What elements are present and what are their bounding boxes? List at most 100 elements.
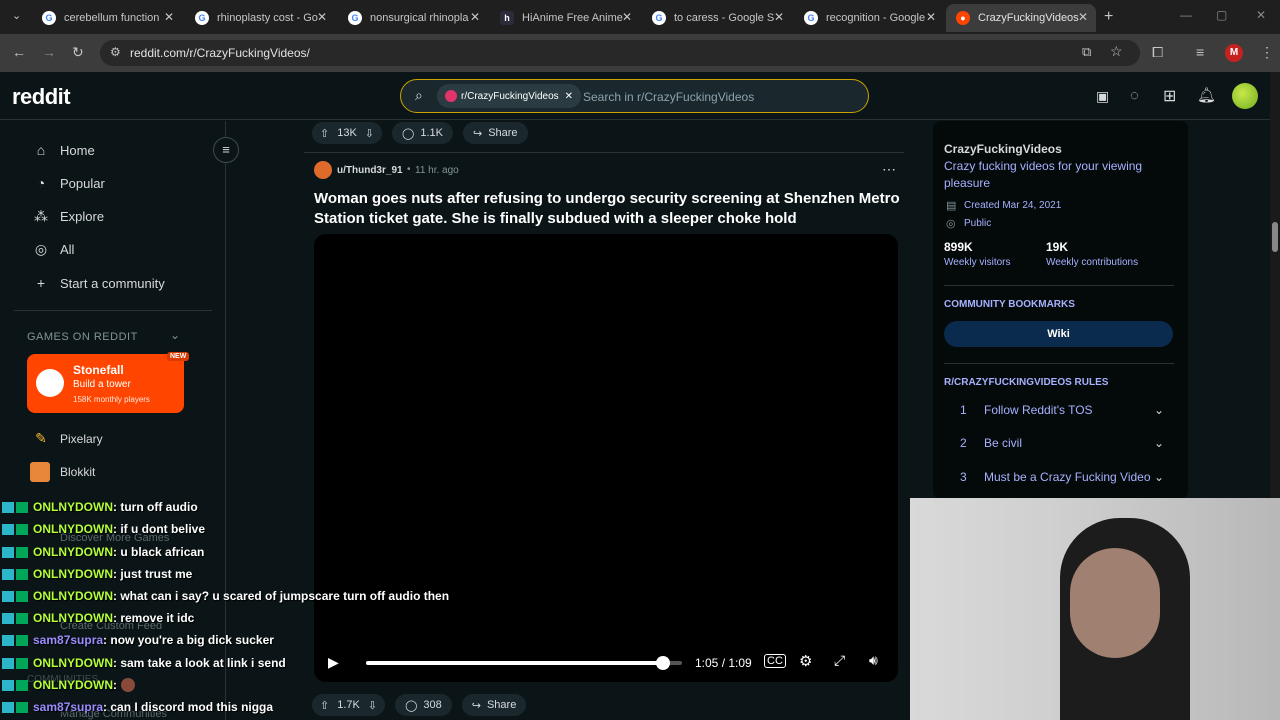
sidebar-item-explore[interactable]: ⁂ Explore — [32, 208, 104, 225]
browser-tab-active[interactable]: ● CrazyFuckingVideos ✕ — [946, 4, 1096, 32]
post-author[interactable]: u/Thund3r_91 — [337, 165, 403, 176]
settings-icon[interactable]: ⚙ — [799, 652, 812, 670]
downvote-icon[interactable]: ⇩ — [365, 127, 374, 140]
media-icon[interactable]: ≡ — [1196, 44, 1204, 60]
featured-game-card[interactable]: Stonefall Build a tower 158K monthly pla… — [27, 352, 190, 413]
community-name[interactable]: CrazyFuckingVideos — [944, 142, 1062, 156]
reddit-logo[interactable]: reddit — [12, 84, 71, 110]
fullscreen-icon[interactable]: ⤢ — [834, 652, 845, 669]
search-community-chip[interactable]: r/CrazyFuckingVideos ✕ — [437, 84, 582, 108]
plus-icon: + — [36, 275, 46, 291]
video-scrubber-handle[interactable] — [656, 656, 671, 670]
streamer-face — [1070, 548, 1160, 658]
video-player[interactable]: ▶ 1:05 / 1:09 CC ⚙ ⤢ 🔊︎ — [314, 234, 898, 682]
more-options-icon[interactable]: ⋯ — [882, 161, 896, 178]
chip-close-icon[interactable]: ✕ — [565, 91, 573, 102]
chat-badge-icon — [2, 523, 30, 535]
upvote-icon[interactable]: ⇧ — [320, 699, 329, 712]
rule-item[interactable]: 1 Follow Reddit's TOS ⌄ — [960, 403, 1164, 417]
visitors-count: 899K — [944, 240, 973, 254]
close-icon[interactable]: ✕ — [164, 10, 174, 24]
profile-avatar[interactable]: M — [1225, 44, 1243, 62]
browser-menu-icon[interactable]: ⋮ — [1260, 44, 1274, 61]
close-icon[interactable]: ✕ — [470, 10, 480, 24]
bookmark-star-icon[interactable]: ☆ — [1110, 43, 1123, 60]
share-button[interactable]: ↪ Share — [462, 122, 528, 144]
tab-search-icon[interactable]: ⌄ — [12, 9, 21, 22]
chat-text: : if u dont belive — [113, 522, 205, 536]
post-title[interactable]: Woman goes nuts after refusing to underg… — [314, 189, 904, 229]
window-close-icon[interactable]: ✕ — [1256, 8, 1266, 22]
sidebar-item-label: Home — [60, 142, 95, 158]
close-icon[interactable]: ✕ — [622, 10, 632, 24]
browser-tab[interactable]: Gto caress - Google S ✕ — [642, 4, 792, 32]
sidebar-toggle-icon[interactable]: ≡ — [213, 137, 239, 163]
site-info-icon[interactable]: ⚙ — [110, 45, 121, 59]
browser-tab[interactable]: Grhinoplasty cost - Go ✕ — [185, 4, 335, 32]
video-progress-fill — [366, 661, 664, 665]
search-bar[interactable]: ⌕ r/CrazyFuckingVideos ✕ Search in r/Cra… — [400, 79, 869, 113]
url-text[interactable]: reddit.com/r/CrazyFuckingVideos/ — [130, 46, 310, 60]
install-app-icon[interactable]: ⧉ — [1082, 44, 1091, 60]
volume-icon[interactable]: 🔊︎ — [869, 652, 878, 669]
user-avatar[interactable] — [1232, 83, 1258, 109]
chevron-down-icon[interactable]: ⌄ — [1154, 403, 1164, 417]
sidebar-item-start-community[interactable]: + Start a community — [32, 275, 165, 291]
minimize-icon[interactable]: — — [1180, 8, 1192, 22]
reload-icon[interactable]: ↻ — [72, 44, 84, 61]
video-progress-track[interactable] — [366, 656, 682, 670]
chevron-down-icon[interactable]: ⌄ — [170, 328, 180, 342]
chat-message: sam87supra: can I discord mod this nigga — [2, 700, 273, 714]
tab-title: to caress - Google S — [674, 12, 775, 24]
browser-tab[interactable]: h HiAnime Free Anime ✕ — [490, 4, 640, 32]
close-icon[interactable]: ✕ — [317, 10, 327, 24]
sidebar-game-pixelary[interactable]: ✎ Pixelary — [32, 430, 103, 447]
bookmarks-heading: COMMUNITY BOOKMARKS — [944, 299, 1075, 310]
browser-tab[interactable]: Gcerebellum function ✕ — [32, 4, 182, 32]
notifications-icon[interactable]: 🔔︎ — [1197, 86, 1216, 104]
advertise-icon[interactable]: ▣ — [1096, 88, 1109, 105]
author-avatar[interactable] — [314, 161, 332, 179]
forward-icon[interactable]: → — [42, 44, 56, 60]
maximize-icon[interactable]: ▢ — [1216, 8, 1227, 22]
close-icon[interactable]: ✕ — [774, 10, 784, 24]
sidebar-game-blokkit[interactable]: Blokkit — [30, 462, 95, 482]
captions-icon[interactable]: CC — [764, 654, 786, 668]
browser-tab[interactable]: Grecognition - Google ✕ — [794, 4, 944, 32]
chevron-down-icon[interactable]: ⌄ — [1154, 436, 1164, 450]
chat-icon[interactable]: ◌ — [1130, 87, 1139, 104]
comments-button[interactable]: ◯ 1.1K — [392, 122, 453, 144]
rule-text: Be civil — [984, 436, 1023, 450]
chat-username: ONLNYDOWN — [33, 500, 113, 514]
rule-number: 2 — [960, 436, 967, 450]
comments-button[interactable]: ◯ 308 — [395, 694, 452, 716]
new-tab-icon[interactable]: + — [1104, 8, 1113, 26]
address-bar[interactable]: ⚙ reddit.com/r/CrazyFuckingVideos/ ⧉ ☆ — [100, 40, 1140, 66]
wiki-button[interactable]: Wiki — [944, 321, 1173, 347]
share-button[interactable]: ↪ Share — [461, 694, 527, 716]
games-heading[interactable]: GAMES ON REDDIT — [27, 331, 138, 343]
sidebar-item-popular[interactable]: ◔ Popular — [32, 175, 105, 191]
chat-message: ONLNYDOWN: — [2, 678, 135, 692]
back-icon[interactable]: ← — [12, 44, 26, 60]
sidebar-item-all[interactable]: ◎ All — [32, 241, 75, 258]
sidebar-divider — [944, 363, 1174, 364]
rule-item[interactable]: 2 Be civil ⌄ — [960, 436, 1164, 450]
extensions-icon[interactable]: ⧠ — [1152, 44, 1163, 61]
create-post-icon[interactable]: ⊞ — [1163, 86, 1176, 106]
post-time: 11 hr. ago — [415, 165, 459, 176]
scrollbar-thumb[interactable] — [1272, 222, 1278, 252]
chevron-down-icon[interactable]: ⌄ — [1154, 470, 1164, 484]
rule-item[interactable]: 3 Must be a Crazy Fucking Video ⌄ — [960, 470, 1164, 484]
upvote-icon[interactable]: ⇧ — [320, 127, 329, 140]
close-icon[interactable]: ✕ — [1078, 10, 1088, 24]
post-title-line: Station ticket gate. She is finally subd… — [314, 210, 797, 227]
play-icon[interactable]: ▶ — [328, 654, 339, 671]
sidebar-item-home[interactable]: ⌂ Home — [32, 142, 95, 158]
browser-tab[interactable]: Gnonsurgical rhinopla ✕ — [338, 4, 488, 32]
search-input[interactable]: Search in r/CrazyFuckingVideos — [583, 90, 754, 104]
downvote-icon[interactable]: ⇩ — [368, 699, 377, 712]
close-icon[interactable]: ✕ — [926, 10, 936, 24]
community-created: Created Mar 24, 2021 — [964, 200, 1062, 211]
webcam-overlay — [910, 498, 1280, 720]
